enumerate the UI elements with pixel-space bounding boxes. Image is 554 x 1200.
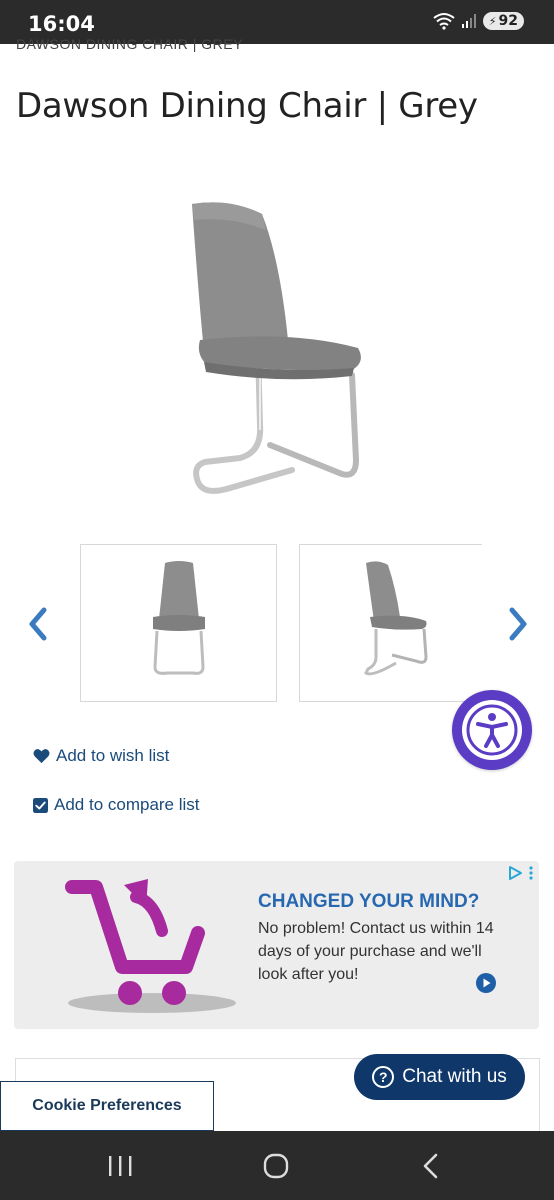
add-to-compare-link[interactable]: Add to compare list — [33, 795, 200, 815]
help-icon: ? — [372, 1066, 395, 1088]
home-icon[interactable] — [256, 1151, 296, 1181]
battery-level: 92 — [498, 13, 518, 29]
more-options-icon — [529, 866, 533, 880]
wifi-icon — [433, 13, 455, 30]
signal-icon — [461, 14, 476, 28]
thumbnail-side[interactable] — [299, 544, 482, 702]
accessibility-button[interactable] — [452, 690, 532, 770]
ad-choices[interactable] — [507, 865, 533, 881]
adchoices-icon — [509, 866, 522, 880]
ad-play-icon[interactable] — [476, 973, 496, 993]
chat-label: Chat with us — [402, 1066, 507, 1087]
cart-return-icon — [65, 879, 236, 1013]
system-navigation-bar — [0, 1131, 554, 1200]
accessibility-icon — [462, 700, 522, 760]
recent-apps-icon[interactable] — [100, 1151, 140, 1181]
chevron-left-icon[interactable] — [24, 604, 52, 644]
status-icons: ⚡ 92 — [433, 12, 524, 30]
battery-icon: ⚡ 92 — [482, 12, 524, 30]
thumbnail-front[interactable] — [80, 544, 277, 702]
chat-with-us-button[interactable]: ? Chat with us — [354, 1054, 525, 1100]
breadcrumb[interactable]: DAWSON DINING CHAIR | GREY — [16, 36, 243, 52]
heart-icon — [33, 749, 50, 764]
back-icon[interactable] — [412, 1151, 452, 1181]
ad-body: No problem! Contact us within 14 days of… — [258, 920, 494, 983]
wishlist-label: Add to wish list — [56, 746, 170, 765]
product-main-image[interactable] — [170, 190, 390, 520]
cookie-preferences-button[interactable]: Cookie Preferences — [0, 1081, 214, 1131]
page-title: Dawson Dining Chair | Grey — [16, 86, 478, 126]
compare-label: Add to compare list — [54, 795, 200, 814]
ad-headline: CHANGED YOUR MIND? — [258, 891, 480, 912]
checkbox-checked-icon — [33, 797, 48, 813]
status-time: 16:04 — [28, 12, 95, 36]
chevron-right-icon[interactable] — [504, 604, 532, 644]
add-to-wishlist-link[interactable]: Add to wish list — [33, 746, 169, 766]
ad-banner[interactable]: CHANGED YOUR MIND? No problem! Contact u… — [14, 861, 539, 1029]
